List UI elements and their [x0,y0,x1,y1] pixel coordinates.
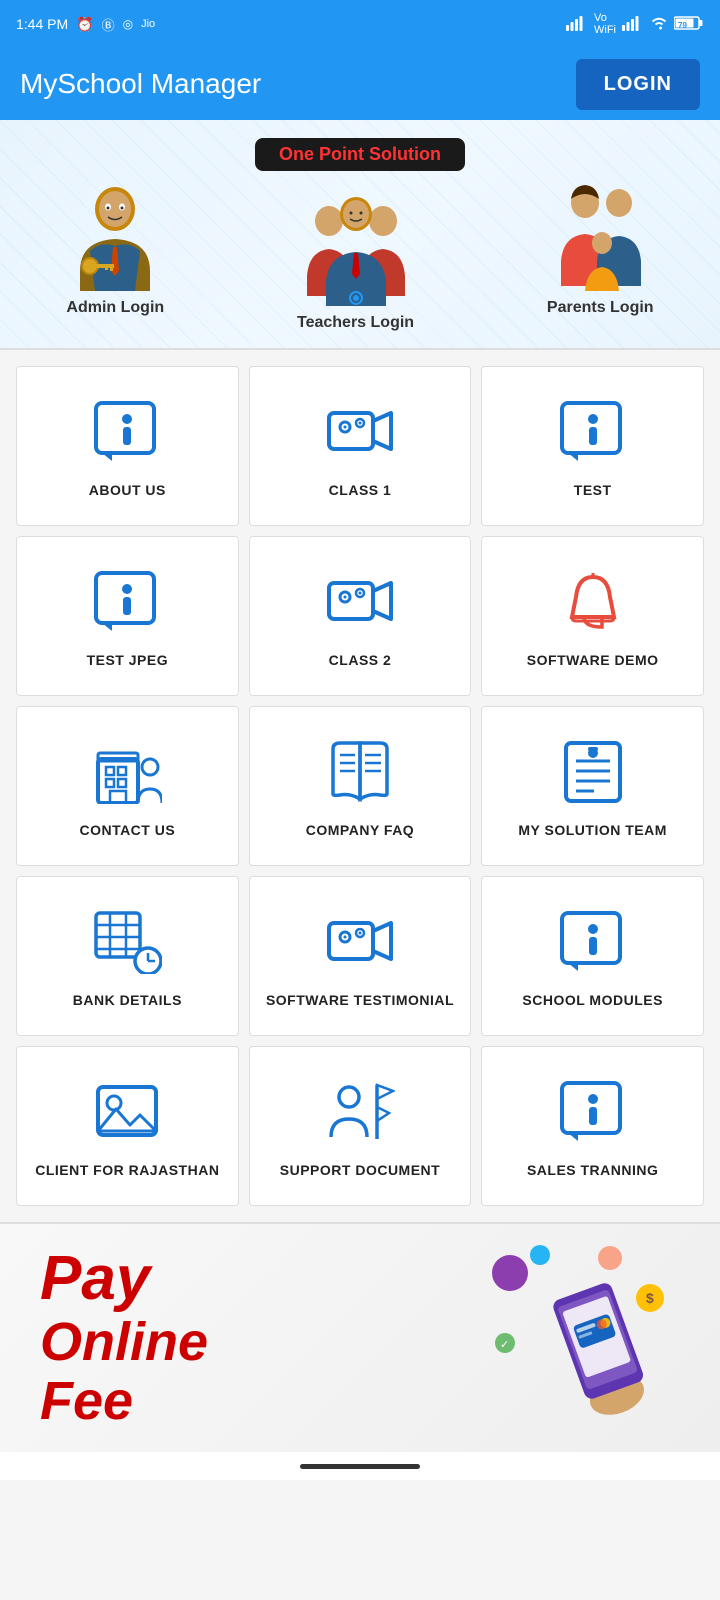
grid-label-bank-details: BANK DETAILS [73,991,182,1009]
teachers-label: Teachers Login [297,314,414,332]
grid-label-client-rajasthan: CLIENT FOR RAJASTHAN [35,1161,219,1179]
info-chat-icon [87,567,167,637]
grid-label-test-jpeg: TEST JPEG [87,651,169,669]
people-flags-icon [320,1077,400,1147]
grid-item-contact-us[interactable]: CONTACT US [16,706,239,866]
menu-grid: ABOUT US CLASS 1 TEST TEST JPEG CLASS 2 … [0,350,720,1222]
teachers-figure-icon [301,186,411,306]
grid-item-software-demo[interactable]: SOFTWARE DEMO [481,536,704,696]
building-person-icon [87,737,167,807]
jio-icon: Jio [141,18,155,30]
navigation-bar [0,1452,720,1480]
grid-label-about-us: ABOUT US [89,481,166,499]
grid-label-software-demo: SOFTWARE DEMO [527,651,659,669]
status-right: VoWiFi 79 [566,12,704,36]
banner-content: One Point Solution [0,120,720,348]
wifi-b-icon: ◎ [123,17,133,31]
status-bar: 1:44 PM ⏰ Ⓑ ◎ Jio VoWiFi [0,0,720,48]
image-icon [87,1077,167,1147]
grid-item-school-modules[interactable]: SCHOOL MODULES [481,876,704,1036]
grid-item-test-jpeg[interactable]: TEST JPEG [16,536,239,696]
b-icon: Ⓑ [102,15,115,34]
wifi-icon [650,15,668,34]
bell-icon [553,567,633,637]
svg-text:79: 79 [678,21,687,30]
grid-label-software-testimonial: SOFTWARE TESTIMONIAL [266,991,454,1009]
video-camera-icon [320,397,400,467]
pay-line3: Fee [40,1372,208,1431]
login-button[interactable]: LOGIN [576,59,700,110]
bottom-banner: Pay Online Fee [0,1222,720,1452]
svg-text:✓: ✓ [500,1339,509,1351]
grid-item-class-2[interactable]: CLASS 2 [249,536,472,696]
grid-item-my-solution-team[interactable]: MY SOLUTION TEAM [481,706,704,866]
info-chat-icon [553,1077,633,1147]
home-indicator [300,1464,420,1469]
grid-item-sales-tranning[interactable]: SALES TRANNING [481,1046,704,1206]
grid-item-bank-details[interactable]: BANK DETAILS [16,876,239,1036]
signal-icon [566,15,588,34]
grid-item-class-1[interactable]: CLASS 1 [249,366,472,526]
grid-label-company-faq: COMPANY FAQ [306,821,414,839]
info-chat-icon [553,907,633,977]
grid-label-class-2: CLASS 2 [329,651,392,669]
grid-label-school-modules: SCHOOL MODULES [522,991,663,1009]
phone-graphic: $ ✓ [480,1248,680,1428]
grid-label-my-solution-team: MY SOLUTION TEAM [518,821,667,839]
info-chat-icon [87,397,167,467]
info-chat-icon [553,397,633,467]
video-camera-icon [320,567,400,637]
grid-item-client-rajasthan[interactable]: CLIENT FOR RAJASTHAN [16,1046,239,1206]
time-display: 1:44 PM [16,16,68,32]
pay-line1: Pay [40,1245,208,1313]
vo-wifi-label: VoWiFi [594,12,616,36]
status-left: 1:44 PM ⏰ Ⓑ ◎ Jio [16,15,155,34]
admin-login-section[interactable]: Admin Login [66,181,164,317]
grid-label-test: TEST [574,481,612,499]
pay-line2: Online [40,1313,208,1372]
admin-figure-icon [70,181,160,291]
parents-label: Parents Login [547,299,654,317]
grid-item-support-document[interactable]: SUPPORT DOCUMENT [249,1046,472,1206]
app-title: MySchool Manager [20,68,261,100]
document-list-icon [553,737,633,807]
phone-payment-illustration: $ ✓ [480,1243,680,1433]
grid-label-sales-tranning: SALES TRANNING [527,1161,658,1179]
svg-text:$: $ [646,1290,654,1306]
grid-item-test[interactable]: TEST [481,366,704,526]
grid-label-contact-us: CONTACT US [79,821,175,839]
app-header: MySchool Manager LOGIN [0,48,720,120]
pay-text: Pay Online Fee [40,1245,208,1432]
teachers-login-section[interactable]: Teachers Login [297,186,414,332]
grid-label-support-document: SUPPORT DOCUMENT [280,1161,440,1179]
table-clock-icon [87,907,167,977]
grid-label-class-1: CLASS 1 [329,481,392,499]
parents-login-section[interactable]: Parents Login [547,181,654,317]
parents-figure-icon [553,181,648,291]
signal2-icon [622,15,644,34]
alarm-icon: ⏰ [76,16,93,33]
grid-item-company-faq[interactable]: COMPANY FAQ [249,706,472,866]
hero-banner: One Point Solution [0,120,720,350]
grid-item-software-testimonial[interactable]: SOFTWARE TESTIMONIAL [249,876,472,1036]
admin-label: Admin Login [66,299,164,317]
video-camera-icon [320,907,400,977]
grid-item-about-us[interactable]: ABOUT US [16,366,239,526]
banner-tagline: One Point Solution [255,138,465,171]
battery-icon: 79 [674,15,704,34]
book-icon [320,737,400,807]
